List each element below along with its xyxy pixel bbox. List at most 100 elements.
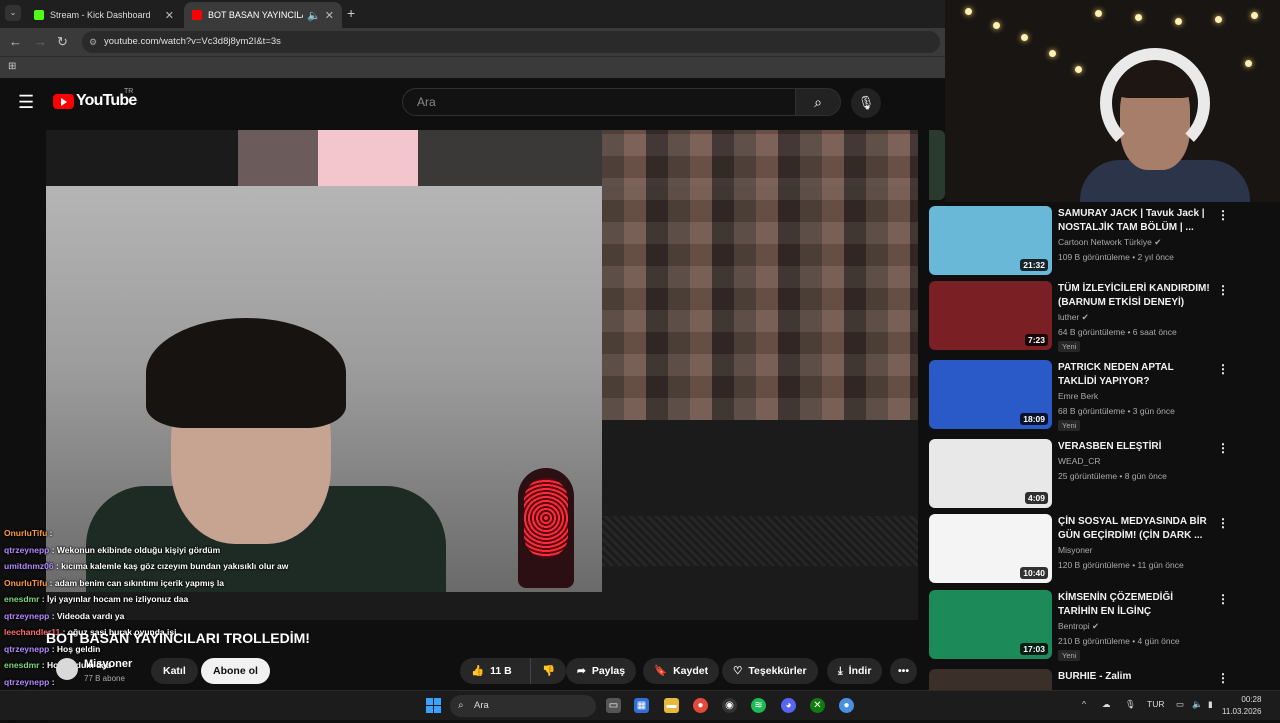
- video-title[interactable]: PATRICK NEDEN APTAL TAKLİDİ YAPIYOR?: [1058, 361, 1210, 389]
- more-options-icon[interactable]: ⋮: [1217, 441, 1229, 455]
- video-title[interactable]: SAMURAY JACK | Tavuk Jack | NOSTALJİK TA…: [1058, 207, 1210, 235]
- more-options-icon[interactable]: ⋮: [1217, 671, 1229, 685]
- video-duration: 18:09: [1020, 413, 1048, 425]
- video-duration: 21:32: [1020, 259, 1048, 271]
- headset: [1100, 48, 1210, 158]
- url-field[interactable]: ⚙ youtube.com/watch?v=Vc3d8j8ym2I&t=3s: [82, 31, 940, 53]
- channel-name[interactable]: Misyoner: [84, 658, 132, 670]
- apps-grid-icon[interactable]: ⊞: [8, 61, 16, 72]
- recommendations-sidebar: 21:32 SAMURAY JACK | Tavuk Jack | NOSTAL…: [926, 130, 1280, 690]
- new-tab-button[interactable]: +: [347, 5, 355, 21]
- recommended-video[interactable]: 10:40 ÇİN SOSYAL MEDYASINDA BİR GÜN GEÇİ…: [929, 514, 1269, 584]
- recommended-video[interactable]: 4:09 VERASBEN ELEŞTİRİ WEAD_CR 25 görünt…: [929, 439, 1269, 509]
- youtube-logo[interactable]: YouTube TR: [53, 92, 136, 110]
- browser-tab-bar: ⌄ Stream - Kick Dashboard ✕ BOT BASAN YA…: [0, 0, 945, 28]
- channel-name[interactable]: Misyoner: [1058, 545, 1092, 555]
- more-options-icon[interactable]: ⋮: [1217, 592, 1229, 606]
- channel-name[interactable]: WEAD_CR: [1058, 456, 1101, 466]
- url-text: youtube.com/watch?v=Vc3d8j8ym2I&t=3s: [104, 36, 281, 47]
- video-thumbnail[interactable]: 21:32: [929, 206, 1052, 275]
- video-title[interactable]: BURHIE - Zalim: [1058, 670, 1210, 684]
- xbox-icon[interactable]: ✕: [810, 698, 825, 713]
- channel-name[interactable]: luther ✔: [1058, 312, 1089, 323]
- channel-avatar[interactable]: [56, 658, 78, 680]
- verified-icon: ✔: [1154, 237, 1161, 247]
- reload-icon[interactable]: ↻: [57, 34, 68, 50]
- chrome-icon[interactable]: ●: [693, 698, 708, 713]
- video-thumbnail[interactable]: 7:23: [929, 281, 1052, 350]
- video-duration: 10:40: [1020, 567, 1048, 579]
- file-explorer-icon[interactable]: ▬: [664, 698, 679, 713]
- search-button[interactable]: ⌕: [795, 88, 841, 116]
- tab-kick-dashboard[interactable]: Stream - Kick Dashboard ✕: [26, 2, 182, 28]
- site-info-icon[interactable]: ⚙: [89, 31, 97, 53]
- video-meta: 68 B görüntüleme • 3 gün önce: [1058, 406, 1175, 416]
- forward-arrow-icon[interactable]: →: [34, 34, 47, 49]
- channel-name[interactable]: Cartoon Network Türkiye ✔: [1058, 237, 1161, 248]
- recommended-video[interactable]: BURHIE - Zalim ⋮: [929, 669, 1269, 690]
- thumbs-up-icon: 👍: [471, 665, 484, 677]
- menu-hamburger-icon[interactable]: ☰: [18, 92, 34, 113]
- like-button[interactable]: 👍11 B: [460, 658, 530, 684]
- windows-start-icon[interactable]: [426, 698, 441, 713]
- search-input[interactable]: Ara: [402, 88, 796, 116]
- store-icon[interactable]: ▦: [634, 698, 649, 713]
- network-icon[interactable]: ▭: [1176, 699, 1184, 710]
- thanks-button[interactable]: ♡Teşekkürler: [722, 658, 818, 684]
- video-title[interactable]: TÜM İZLEYİCİLERİ KANDIRDIM! (BARNUM ETKİ…: [1058, 282, 1210, 310]
- video-thumbnail[interactable]: 18:09: [929, 360, 1052, 429]
- video-thumbnail[interactable]: 17:03: [929, 590, 1052, 659]
- more-options-icon[interactable]: ⋮: [1217, 362, 1229, 376]
- video-thumbnail[interactable]: 4:09: [929, 439, 1052, 508]
- recommended-video[interactable]: 21:32 SAMURAY JACK | Tavuk Jack | NOSTAL…: [929, 206, 1269, 276]
- close-tab-icon[interactable]: ✕: [325, 9, 334, 22]
- tab-youtube-video[interactable]: BOT BASAN YAYINCILARI TR 🔈 ✕: [184, 2, 342, 28]
- channel-name[interactable]: Bentropi ✔: [1058, 621, 1099, 632]
- join-button[interactable]: Katıl: [151, 658, 198, 684]
- tray-overflow-icon[interactable]: ^: [1082, 699, 1086, 709]
- more-options-icon[interactable]: ⋮: [1217, 208, 1229, 222]
- discord-icon[interactable]: ◕: [781, 698, 796, 713]
- recommended-video[interactable]: 17:03 KİMSENİN ÇÖZEMEDİĞİ TARİHİN EN İLG…: [929, 590, 1269, 660]
- video-meta: 64 B görüntüleme • 6 saat önce: [1058, 327, 1177, 337]
- taskbar-search[interactable]: ⌕ Ara: [450, 695, 596, 717]
- back-arrow-icon[interactable]: ←: [9, 34, 22, 49]
- volume-icon[interactable]: 🔈: [1192, 699, 1203, 710]
- more-actions-button[interactable]: •••: [890, 658, 917, 684]
- new-badge: Yeni: [1058, 341, 1080, 352]
- tab-title: Stream - Kick Dashboard: [50, 10, 161, 20]
- close-tab-icon[interactable]: ✕: [165, 9, 174, 22]
- save-button[interactable]: 🔖Kaydet: [643, 658, 719, 684]
- video-thumbnail[interactable]: 10:40: [929, 514, 1052, 583]
- video-title[interactable]: ÇİN SOSYAL MEDYASINDA BİR GÜN GEÇİRDİM! …: [1058, 515, 1210, 543]
- cloud-icon[interactable]: ☁: [1102, 699, 1111, 710]
- spotify-icon[interactable]: ≋: [751, 698, 766, 713]
- tab-search-icon[interactable]: ⌄: [5, 5, 21, 21]
- share-button[interactable]: ➦Paylaş: [566, 658, 636, 684]
- verified-icon: ✔: [1092, 621, 1099, 631]
- dislike-button[interactable]: 👎: [530, 658, 566, 684]
- download-button[interactable]: ⤓İndir: [827, 658, 882, 684]
- system-clock[interactable]: 00:28 11.03.2026: [1222, 694, 1261, 718]
- chrome-profile-icon[interactable]: ●: [839, 698, 854, 713]
- channel-name[interactable]: Emre Berk: [1058, 391, 1098, 401]
- video-title[interactable]: VERASBEN ELEŞTİRİ: [1058, 440, 1210, 454]
- battery-icon[interactable]: ▮: [1208, 699, 1213, 710]
- speaker-icon[interactable]: 🔈: [307, 9, 321, 22]
- dotted-pattern: [602, 516, 918, 566]
- more-options-icon[interactable]: ⋮: [1217, 516, 1229, 530]
- language-indicator[interactable]: TUR: [1147, 699, 1164, 709]
- chat-message: OnurluTifu :: [0, 525, 320, 542]
- tab-title: BOT BASAN YAYINCILARI TR: [208, 10, 303, 20]
- voice-search-button[interactable]: 🎙: [851, 88, 881, 118]
- video-title[interactable]: KİMSENİN ÇÖZEMEDİĞİ TARİHİN EN İLGİNÇ KA…: [1058, 591, 1210, 619]
- task-view-icon[interactable]: ▭: [606, 698, 621, 713]
- more-options-icon[interactable]: ⋮: [1217, 283, 1229, 297]
- microphone-tray-icon[interactable]: 🎙: [1125, 699, 1136, 710]
- video-thumbnail[interactable]: [929, 669, 1052, 690]
- subscribe-button[interactable]: Abone ol: [201, 658, 270, 684]
- recommended-video[interactable]: 18:09 PATRICK NEDEN APTAL TAKLİDİ YAPIYO…: [929, 360, 1269, 430]
- chat-message: qtrzeynepp : Videoda vardı ya: [0, 608, 320, 625]
- recommended-video[interactable]: 7:23 TÜM İZLEYİCİLERİ KANDIRDIM! (BARNUM…: [929, 281, 1269, 351]
- github-icon[interactable]: ◉: [722, 698, 737, 713]
